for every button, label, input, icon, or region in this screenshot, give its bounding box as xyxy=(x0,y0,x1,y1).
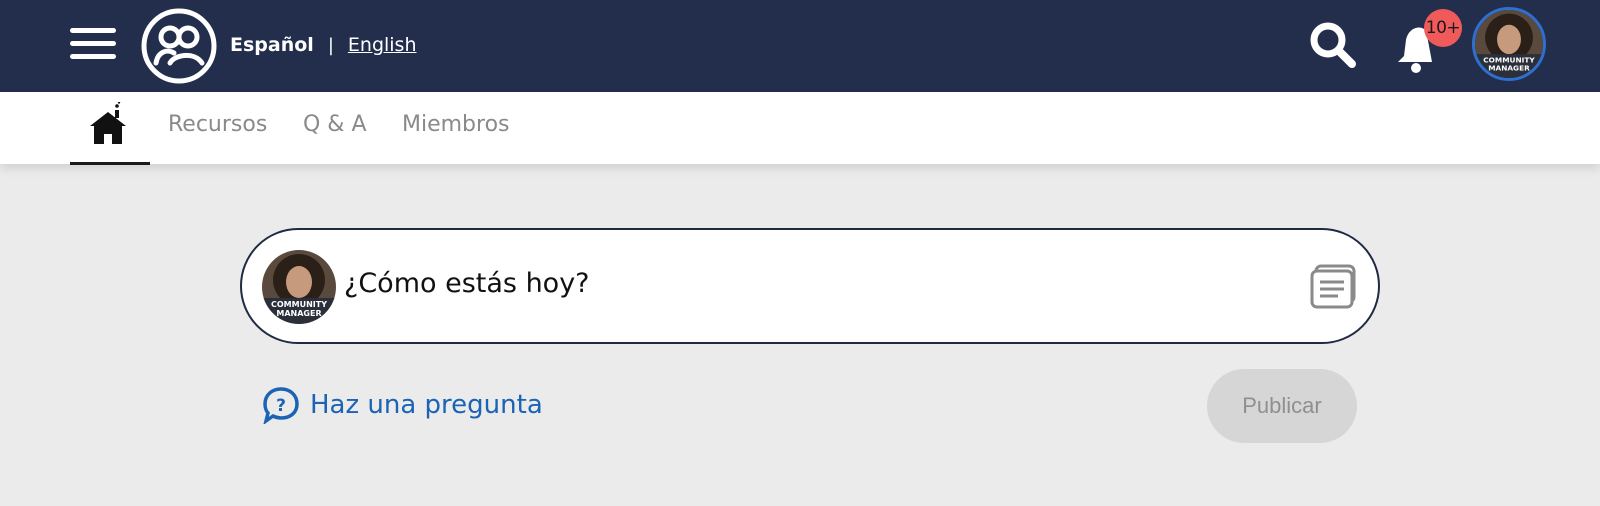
section-nav: Recursos Q & A Miembros xyxy=(0,92,1600,165)
avatar-caption-line2: MANAGER xyxy=(1488,64,1530,73)
community-logo-icon[interactable] xyxy=(140,7,218,85)
language-english-link[interactable]: English xyxy=(348,34,417,56)
composer-prompt[interactable]: ¿Cómo estás hoy? xyxy=(344,268,590,299)
language-active: Español xyxy=(230,34,314,56)
ask-question-label: Haz una pregunta xyxy=(310,390,543,420)
post-composer[interactable]: COMMUNITY MANAGER ¿Cómo estás hoy? xyxy=(240,228,1380,344)
tab-miembros[interactable]: Miembros xyxy=(402,112,510,137)
question-bubble-icon: ? xyxy=(263,387,299,424)
tab-home[interactable] xyxy=(70,92,150,165)
user-avatar[interactable]: COMMUNITY MANAGER xyxy=(1472,7,1546,81)
hamburger-menu-icon[interactable] xyxy=(70,28,116,60)
language-switcher: Español | English xyxy=(230,30,417,60)
language-separator: | xyxy=(327,34,334,56)
top-bar: Español | English 10+ COMMUNITY MANAGER xyxy=(0,0,1600,92)
home-icon xyxy=(90,102,126,144)
search-icon[interactable] xyxy=(1308,20,1360,72)
notification-badge[interactable]: 10+ xyxy=(1424,9,1462,47)
publish-button[interactable]: Publicar xyxy=(1207,369,1357,443)
document-icon[interactable] xyxy=(1310,264,1358,310)
svg-text:?: ? xyxy=(276,396,286,416)
tab-qa[interactable]: Q & A xyxy=(303,112,367,137)
ask-question-link[interactable]: ? Haz una pregunta xyxy=(262,386,543,424)
composer-avatar-caption-line2: MANAGER xyxy=(276,309,321,318)
tab-recursos[interactable]: Recursos xyxy=(168,112,267,137)
composer-avatar-caption-line1: COMMUNITY xyxy=(271,300,327,309)
composer-avatar: COMMUNITY MANAGER xyxy=(262,250,336,324)
